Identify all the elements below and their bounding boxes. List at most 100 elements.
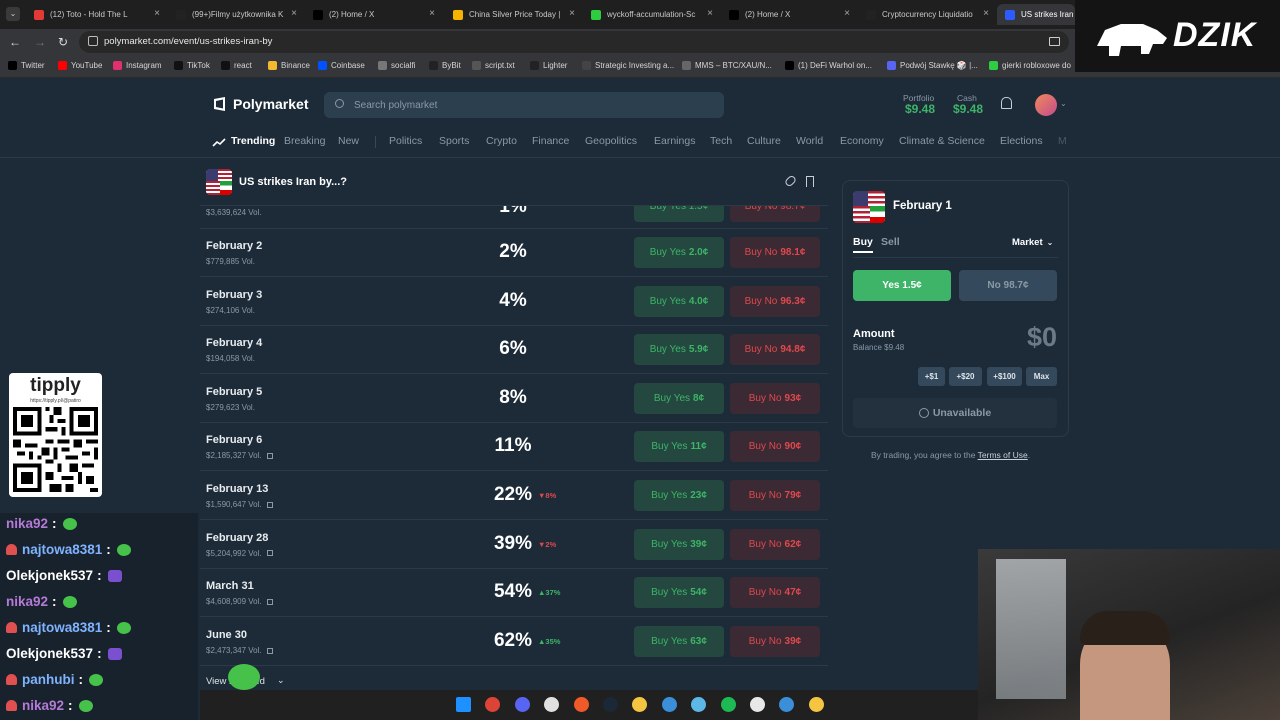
buy-yes-button[interactable]: Buy Yes 11¢ [634,431,724,463]
bookmark-item[interactable]: Strategic Investing a... [582,61,674,70]
app-icon[interactable] [573,697,589,712]
buy-no-button[interactable]: Buy No 79¢ [730,480,820,511]
spotify-icon[interactable] [720,697,736,712]
windows-start-icon[interactable] [456,697,471,712]
back-icon[interactable]: ← [9,35,21,49]
browser-tab[interactable]: wyckoff-accumulation-Sc × [583,4,717,25]
tab-close-icon[interactable]: × [983,8,989,19]
no-outcome-button[interactable]: No 98.7¢ [959,270,1057,301]
terms-link[interactable]: Terms of Use [978,450,1028,460]
table-row[interactable]: February 5 $279,623 Vol. 8% Buy Yes 8¢ Buy No… [200,375,828,423]
nav-tab[interactable]: Sports [439,135,469,147]
buy-yes-button[interactable]: Buy Yes 54¢ [634,577,724,609]
table-row[interactable]: June 30 $2,473,347 Vol. 62% ▲35% Buy Yes 63¢ B… [200,618,828,666]
browser-tab[interactable]: (2) Home / X × [305,4,439,25]
portfolio-value[interactable]: $9.48 [905,102,935,116]
nav-tab[interactable]: M [1058,135,1067,147]
buy-yes-button[interactable]: Buy Yes 4.0¢ [634,285,724,317]
nav-tab[interactable]: Crypto [486,135,517,147]
table-row[interactable]: February 28 $5,204,992 Vol. 39% ▼2% Buy Yes 3… [200,521,828,569]
browser-tab[interactable]: (99+)Filmy użytkownika K × [168,4,301,25]
table-row[interactable]: February 6 $2,185,327 Vol. 11% Buy Yes 11¢ Bu… [200,423,828,472]
buy-no-button[interactable]: Buy No 98.1¢ [730,237,820,268]
order-type-select[interactable]: Market ⌄ [1012,237,1053,248]
nav-tab[interactable]: Trending [231,135,275,147]
forward-icon[interactable]: → [34,35,46,49]
bookmark-item[interactable]: ByBit [429,61,461,70]
bookmark-item[interactable]: MMS – BTC/XAU/N... [682,61,772,70]
nav-tab[interactable]: Finance [532,135,569,147]
app-icon[interactable] [750,697,765,712]
cash-value[interactable]: $9.48 [953,102,983,116]
tab-close-icon[interactable]: × [291,8,297,19]
buy-yes-button[interactable]: Buy Yes 1.5¢ [634,206,724,222]
unavailable-button[interactable]: Unavailable [853,398,1057,428]
chevron-down-icon[interactable]: ⌄ [1060,99,1067,108]
bookmark-item[interactable]: Podwój Stawkę 🎲 |... [887,61,978,70]
buy-yes-button[interactable]: Buy Yes 8¢ [634,382,724,414]
table-row[interactable]: March 31 $4,608,909 Vol. 54% ▲37% Buy Yes 54¢… [200,569,828,618]
install-app-icon[interactable] [1049,37,1060,46]
browser-tab[interactable]: China Silver Price Today | × [445,4,579,25]
nav-tab[interactable]: Geopolitics [585,135,637,147]
buy-yes-button[interactable]: Buy Yes 2.0¢ [634,237,724,268]
buy-no-button[interactable]: Buy No 39¢ [730,625,820,657]
bookmark-item[interactable]: Binance [268,61,310,70]
quick-amount-button[interactable]: Max [1026,367,1057,386]
browser-tab[interactable]: US strikes Iran by...? Bet [997,4,1075,25]
nav-tab[interactable]: Economy [840,135,884,147]
table-row[interactable]: February 2 $779,885 Vol. 2% Buy Yes 2.0¢ Buy … [200,229,828,277]
table-row[interactable]: February 3 $274,106 Vol. 4% Buy Yes 4.0¢ Buy … [200,278,828,326]
app-icon[interactable] [808,697,824,712]
tab-close-icon[interactable]: × [844,8,850,19]
sell-tab[interactable]: Sell [881,236,900,248]
browser-tab[interactable]: (2) Home / X × [721,4,854,25]
nav-tab[interactable]: New [338,135,359,147]
bookmark-item[interactable]: TikTok [174,61,210,70]
nav-tab[interactable]: Politics [389,135,422,147]
browser-tab[interactable]: (12) Toto - Hold The L × [26,4,164,25]
tab-close-icon[interactable]: × [707,8,713,19]
site-info-icon[interactable] [88,36,98,46]
buy-no-button[interactable]: Buy No 90¢ [730,431,820,463]
reload-icon[interactable]: ↻ [58,35,68,49]
bookmark-item[interactable]: (1) DeFi Warhol on... [785,61,872,70]
bookmark-item[interactable]: YouTube [58,61,102,70]
amount-input[interactable]: $0 [1000,322,1057,353]
buy-yes-button[interactable]: Buy Yes 63¢ [634,625,724,657]
bookmark-icon[interactable] [806,176,814,187]
quick-amount-button[interactable]: +$20 [949,367,982,386]
tab-close-icon[interactable]: × [154,8,160,19]
nav-tab[interactable]: Elections [1000,135,1043,147]
buy-no-button[interactable]: Buy No 62¢ [730,528,820,560]
bookmark-item[interactable]: script.txt [472,61,515,70]
nav-tab[interactable]: Climate & Science [899,135,985,147]
bookmark-item[interactable]: Coinbase [318,61,365,70]
yes-outcome-button[interactable]: Yes 1.5¢ [853,270,951,301]
nav-tab[interactable]: World [796,135,823,147]
polymarket-logo[interactable]: Polymarket [212,96,308,112]
buy-no-button[interactable]: Buy No 93¢ [730,382,820,414]
buy-tab[interactable]: Buy [853,236,873,253]
tab-close-icon[interactable]: × [429,8,435,19]
buy-yes-button[interactable]: Buy Yes 23¢ [634,480,724,511]
nav-tab[interactable]: Tech [710,135,732,147]
app-icon[interactable] [661,697,677,712]
nav-tab[interactable]: Earnings [654,135,695,147]
table-row[interactable]: February 13 $1,590,647 Vol. 22% ▼8% Buy Yes 2… [200,472,828,520]
quick-amount-button[interactable]: +$100 [987,367,1022,386]
quick-amount-button[interactable]: +$1 [918,367,945,386]
avatar[interactable] [1035,94,1057,116]
bookmark-item[interactable]: Instagram [113,61,162,70]
buy-yes-button[interactable]: Buy Yes 39¢ [634,528,724,560]
bookmark-item[interactable]: Lighter [530,61,567,70]
buy-no-button[interactable]: Buy No 94.8¢ [730,334,820,366]
tab-close-icon[interactable]: × [569,8,575,19]
table-row[interactable]: February 4 $194,058 Vol. 6% Buy Yes 5.9¢ Buy … [200,326,828,375]
bookmark-item[interactable]: react [221,61,252,70]
bookmark-item[interactable]: socialfi [378,61,415,70]
buy-yes-button[interactable]: Buy Yes 5.9¢ [634,334,724,366]
discord-icon[interactable] [514,697,530,712]
steam-icon[interactable] [603,697,618,712]
nav-tab[interactable]: Culture [747,135,781,147]
